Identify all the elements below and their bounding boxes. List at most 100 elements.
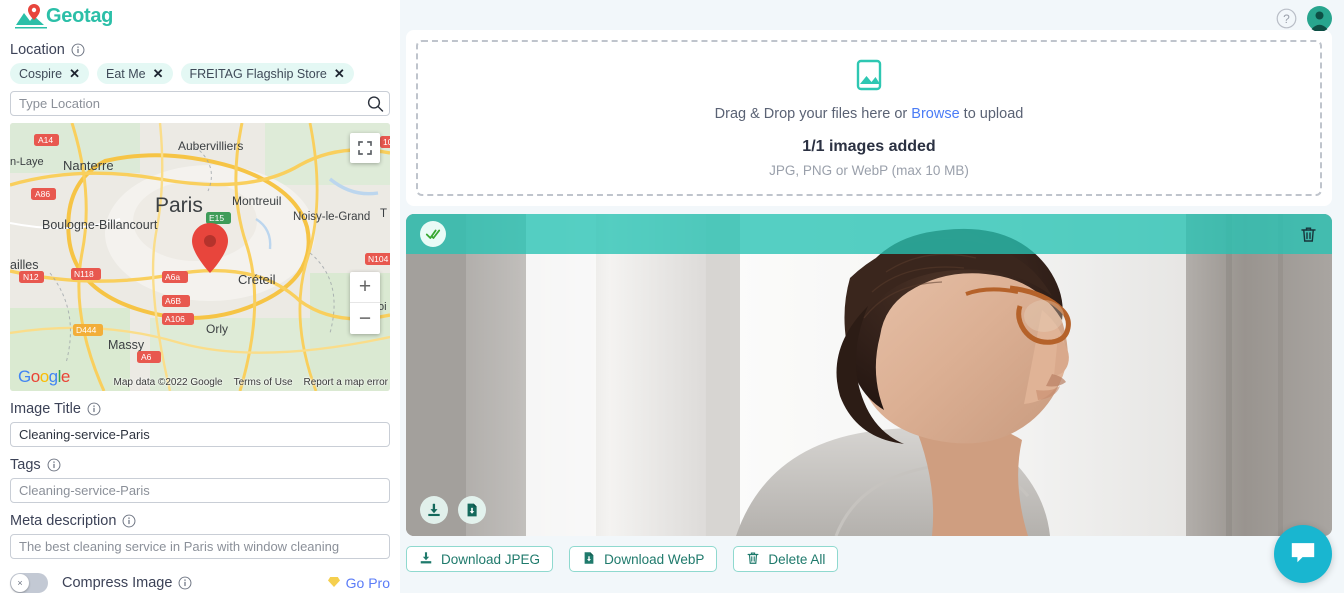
svg-text:Massy: Massy [108,338,145,352]
location-input[interactable] [10,91,390,116]
user-avatar-icon[interactable] [1307,6,1332,32]
location-input-wrap [10,91,390,116]
meta-description-input[interactable] [10,534,390,559]
uploaded-photo [406,214,1332,536]
file-download-icon [582,551,596,568]
svg-text:Nanterre: Nanterre [63,158,114,173]
svg-text:N12: N12 [23,272,39,282]
double-check-icon[interactable] [420,221,446,247]
tags-input[interactable] [10,478,390,503]
uploaded-image-card[interactable] [406,214,1332,536]
map-fullscreen-button[interactable] [350,133,380,163]
tags-label: Tags [10,457,390,473]
info-icon[interactable] [71,43,85,57]
svg-text:A86: A86 [35,189,50,199]
compress-image-label: Compress Image [62,575,192,591]
svg-text:Boulogne-Billancourt: Boulogne-Billancourt [42,218,158,232]
download-webp-button[interactable]: Download WebP [569,546,718,572]
svg-text:A6B: A6B [165,296,181,306]
meta-description-label-text: Meta description [10,513,117,529]
compress-image-row: × Compress Image Go Pro [10,573,390,593]
dropzone[interactable]: Drag & Drop your files here or Browse to… [416,40,1322,196]
meta-description-label: Meta description [10,513,390,529]
svg-text:A6a: A6a [165,272,180,282]
image-download-actions [420,496,486,524]
svg-text:Aubervilliers: Aubervilliers [178,139,243,153]
app-logo[interactable]: Geotag [10,0,390,32]
svg-text:Paris: Paris [155,194,203,217]
image-title-label-text: Image Title [10,401,81,417]
header-actions: ? [1276,6,1332,32]
map-attribution: Map data ©2022 Google Terms of Use Repor… [113,377,388,388]
tags-label-text: Tags [10,457,41,473]
trash-icon[interactable] [1299,225,1318,244]
info-icon[interactable] [87,402,101,416]
svg-text:Noisy-le-Grand: Noisy-le-Grand [293,211,370,223]
info-icon[interactable] [47,458,61,472]
location-label-text: Location [10,42,65,58]
location-label: Location [10,42,390,58]
svg-text:ailles: ailles [10,258,39,272]
toggle-knob: × [11,574,29,592]
remove-tag-icon[interactable]: ✕ [334,67,345,80]
map-data-text: Map data ©2022 Google [113,377,223,388]
chat-support-button[interactable] [1274,525,1332,583]
go-pro-label: Go Pro [345,575,390,591]
download-jpeg-button[interactable]: Download JPEG [406,546,554,572]
svg-text:Orly: Orly [206,322,228,336]
svg-text:N118: N118 [74,269,94,279]
go-pro-link[interactable]: Go Pro [327,575,390,591]
location-tag[interactable]: FREITAG Flagship Store ✕ [180,63,354,84]
accepted-formats-text: JPG, PNG or WebP (max 10 MB) [769,163,969,178]
dropzone-prompt-suffix: to upload [959,106,1024,122]
svg-text:Créteil: Créteil [238,272,276,287]
svg-text:E15: E15 [209,213,224,223]
dropzone-prompt-prefix: Drag & Drop your files here or [714,106,912,122]
dropzone-prompt: Drag & Drop your files here or Browse to… [715,106,1024,122]
svg-text:10: 10 [383,137,390,147]
svg-text:Montreuil: Montreuil [232,194,281,208]
map-zoom-out-button[interactable]: − [350,303,380,334]
svg-text:T: T [380,208,387,220]
image-overlay-toolbar [406,214,1332,254]
location-tag-label: Eat Me [105,66,146,81]
logo-text: Geotag [46,4,114,27]
browse-link[interactable]: Browse [911,106,959,122]
report-map-error-link[interactable]: Report a map error [304,377,388,388]
image-title-label: Image Title [10,401,390,417]
info-icon[interactable] [122,514,136,528]
download-webp-label: Download WebP [604,551,705,567]
svg-text:N104: N104 [368,254,389,264]
google-logo: Google [18,367,70,386]
map-zoom-controls: + − [350,272,380,334]
info-icon[interactable] [178,576,192,590]
location-tag[interactable]: Cospire ✕ [10,63,89,84]
download-icon [419,551,433,568]
download-image-icon[interactable] [420,496,448,524]
download-file-icon[interactable] [458,496,486,524]
svg-text:A6: A6 [141,352,152,362]
chat-bubble-icon [1289,538,1317,571]
app-root: Geotag Location Cospire ✕ Eat Me ✕ FREIT… [0,0,1344,593]
remove-tag-icon[interactable]: ✕ [69,67,80,80]
bottom-toolbar: Download JPEG Download WebP Delete All [406,546,1332,572]
location-tag-label: Cospire [19,66,63,81]
terms-of-use-link[interactable]: Terms of Use [234,377,293,388]
location-tag[interactable]: Eat Me ✕ [96,63,173,84]
question-circle-icon[interactable]: ? [1276,8,1297,29]
svg-text:A106: A106 [165,314,185,324]
map-zoom-in-button[interactable]: + [350,272,380,303]
images-added-count: 1/1 images added [802,138,936,155]
svg-text:D444: D444 [76,325,97,335]
svg-text:n-Laye: n-Laye [10,156,44,168]
delete-all-button[interactable]: Delete All [733,546,839,572]
location-tags: Cospire ✕ Eat Me ✕ FREITAG Flagship Stor… [10,63,390,84]
compress-image-toggle[interactable]: × [10,573,48,593]
geotag-logo-icon [14,3,48,29]
location-map[interactable]: Aubervilliers Nanterre n-Laye Paris Mont… [10,123,390,391]
search-icon[interactable] [367,95,384,112]
remove-tag-icon[interactable]: ✕ [153,67,164,80]
left-sidebar: Geotag Location Cospire ✕ Eat Me ✕ FREIT… [0,0,400,593]
image-title-input[interactable] [10,422,390,447]
main-content: ? Drag & Drop your files here or Browse … [400,0,1344,593]
